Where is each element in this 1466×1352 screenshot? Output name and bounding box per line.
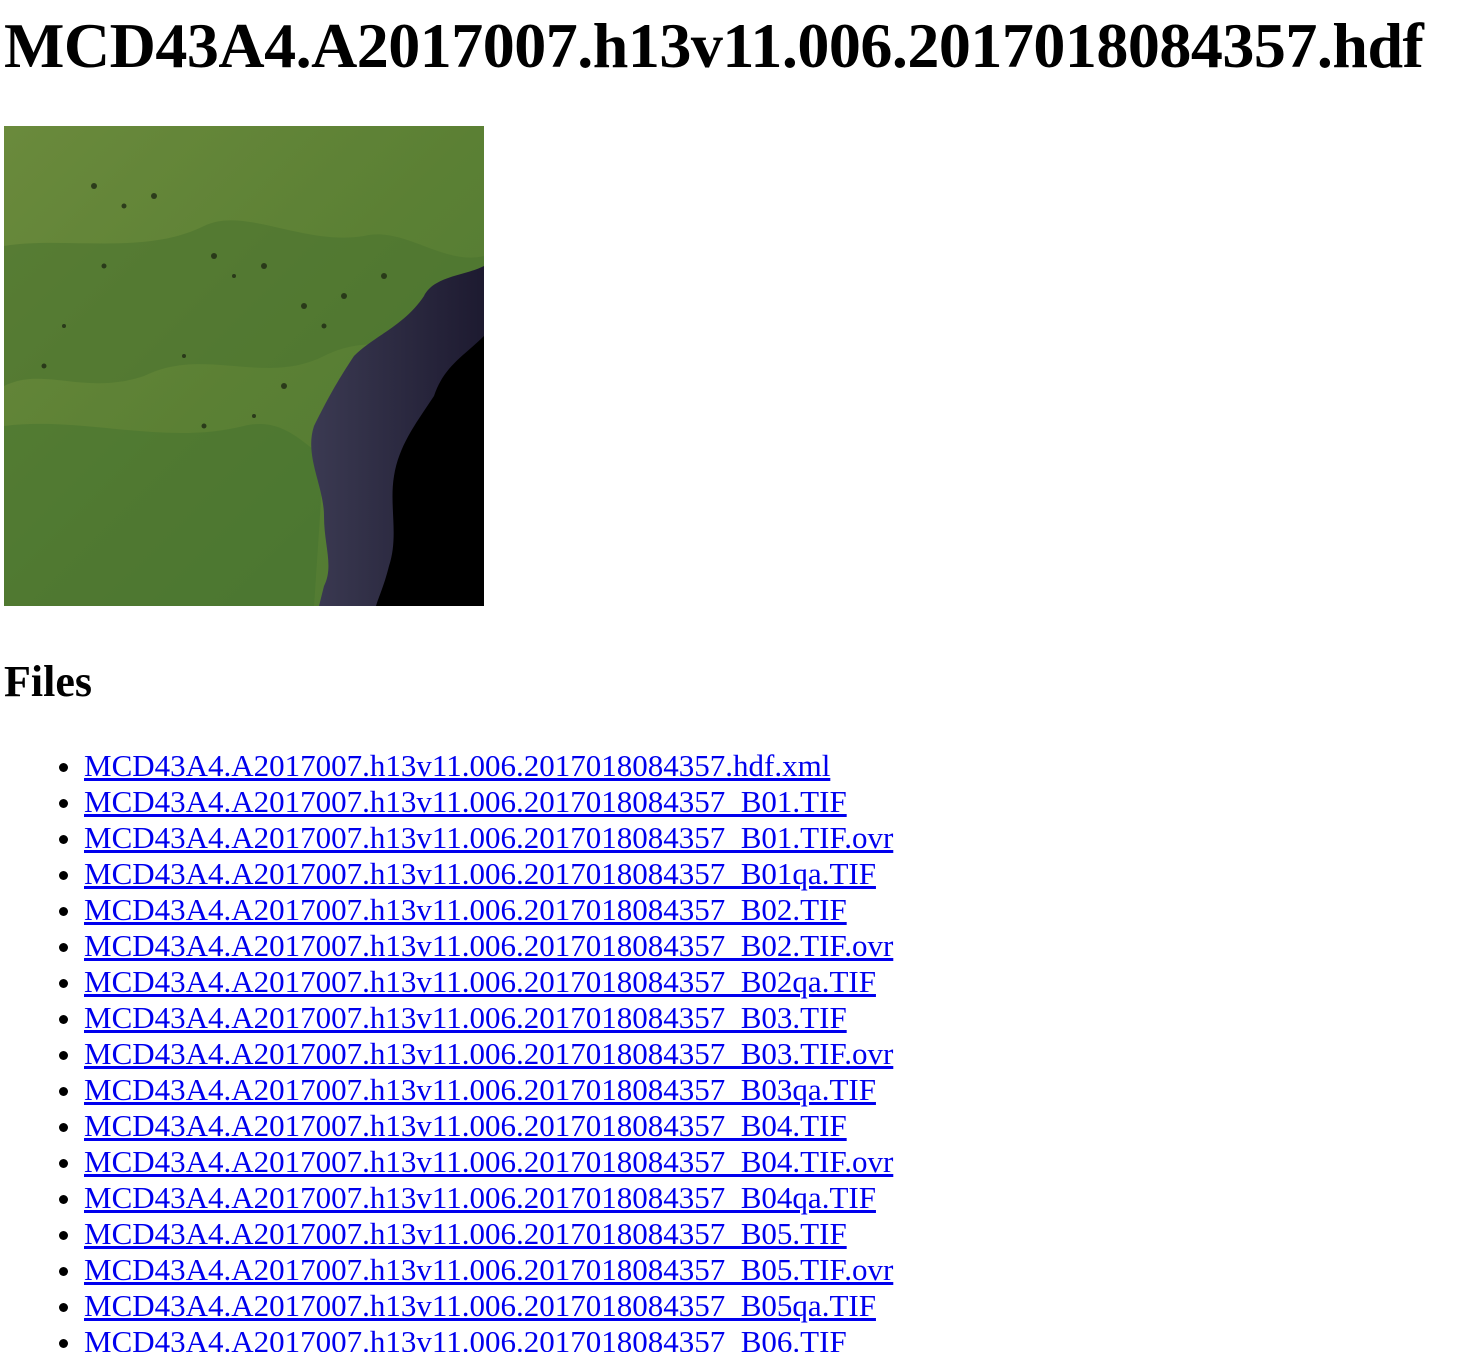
list-item: MCD43A4.A2017007.h13v11.006.201701808435… [84,820,893,856]
list-item: MCD43A4.A2017007.h13v11.006.201701808435… [84,964,893,1000]
list-item: MCD43A4.A2017007.h13v11.006.201701808435… [84,1108,893,1144]
forest-patch [4,423,324,606]
files-heading: Files [4,657,92,706]
file-link[interactable]: MCD43A4.A2017007.h13v11.006.201701808435… [84,1144,893,1179]
file-link[interactable]: MCD43A4.A2017007.h13v11.006.201701808435… [84,784,847,819]
file-link[interactable]: MCD43A4.A2017007.h13v11.006.201701808435… [84,820,893,855]
file-link[interactable]: MCD43A4.A2017007.h13v11.006.201701808435… [84,964,876,999]
preview-image [4,126,484,606]
file-link[interactable]: MCD43A4.A2017007.h13v11.006.201701808435… [84,748,830,783]
list-item: MCD43A4.A2017007.h13v11.006.201701808435… [84,1000,893,1036]
list-item: MCD43A4.A2017007.h13v11.006.201701808435… [84,1252,893,1288]
list-item: MCD43A4.A2017007.h13v11.006.201701808435… [84,928,893,964]
file-link[interactable]: MCD43A4.A2017007.h13v11.006.201701808435… [84,1252,893,1287]
list-item: MCD43A4.A2017007.h13v11.006.201701808435… [84,784,893,820]
list-item: MCD43A4.A2017007.h13v11.006.201701808435… [84,1072,893,1108]
file-link[interactable]: MCD43A4.A2017007.h13v11.006.201701808435… [84,1216,847,1251]
file-link[interactable]: MCD43A4.A2017007.h13v11.006.201701808435… [84,928,893,963]
file-link[interactable]: MCD43A4.A2017007.h13v11.006.201701808435… [84,1000,847,1035]
list-item: MCD43A4.A2017007.h13v11.006.201701808435… [84,1144,893,1180]
file-link[interactable]: MCD43A4.A2017007.h13v11.006.201701808435… [84,1036,893,1071]
list-item: MCD43A4.A2017007.h13v11.006.201701808435… [84,1288,893,1324]
list-item: MCD43A4.A2017007.h13v11.006.201701808435… [84,1180,893,1216]
file-link[interactable]: MCD43A4.A2017007.h13v11.006.201701808435… [84,1288,876,1323]
list-item: MCD43A4.A2017007.h13v11.006.201701808435… [84,1036,893,1072]
list-item: MCD43A4.A2017007.h13v11.006.201701808435… [84,748,893,784]
file-link[interactable]: MCD43A4.A2017007.h13v11.006.201701808435… [84,1072,876,1107]
list-item: MCD43A4.A2017007.h13v11.006.201701808435… [84,1216,893,1252]
list-item: MCD43A4.A2017007.h13v11.006.201701808435… [84,1324,893,1352]
file-link[interactable]: MCD43A4.A2017007.h13v11.006.201701808435… [84,1324,847,1352]
page-title: MCD43A4.A2017007.h13v11.006.201701808435… [4,10,1424,81]
file-link[interactable]: MCD43A4.A2017007.h13v11.006.201701808435… [84,856,876,891]
file-link[interactable]: MCD43A4.A2017007.h13v11.006.201701808435… [84,892,847,927]
file-link[interactable]: MCD43A4.A2017007.h13v11.006.201701808435… [84,1108,847,1143]
file-link[interactable]: MCD43A4.A2017007.h13v11.006.201701808435… [84,1180,876,1215]
file-list: MCD43A4.A2017007.h13v11.006.201701808435… [0,748,893,1352]
list-item: MCD43A4.A2017007.h13v11.006.201701808435… [84,856,893,892]
list-item: MCD43A4.A2017007.h13v11.006.201701808435… [84,892,893,928]
